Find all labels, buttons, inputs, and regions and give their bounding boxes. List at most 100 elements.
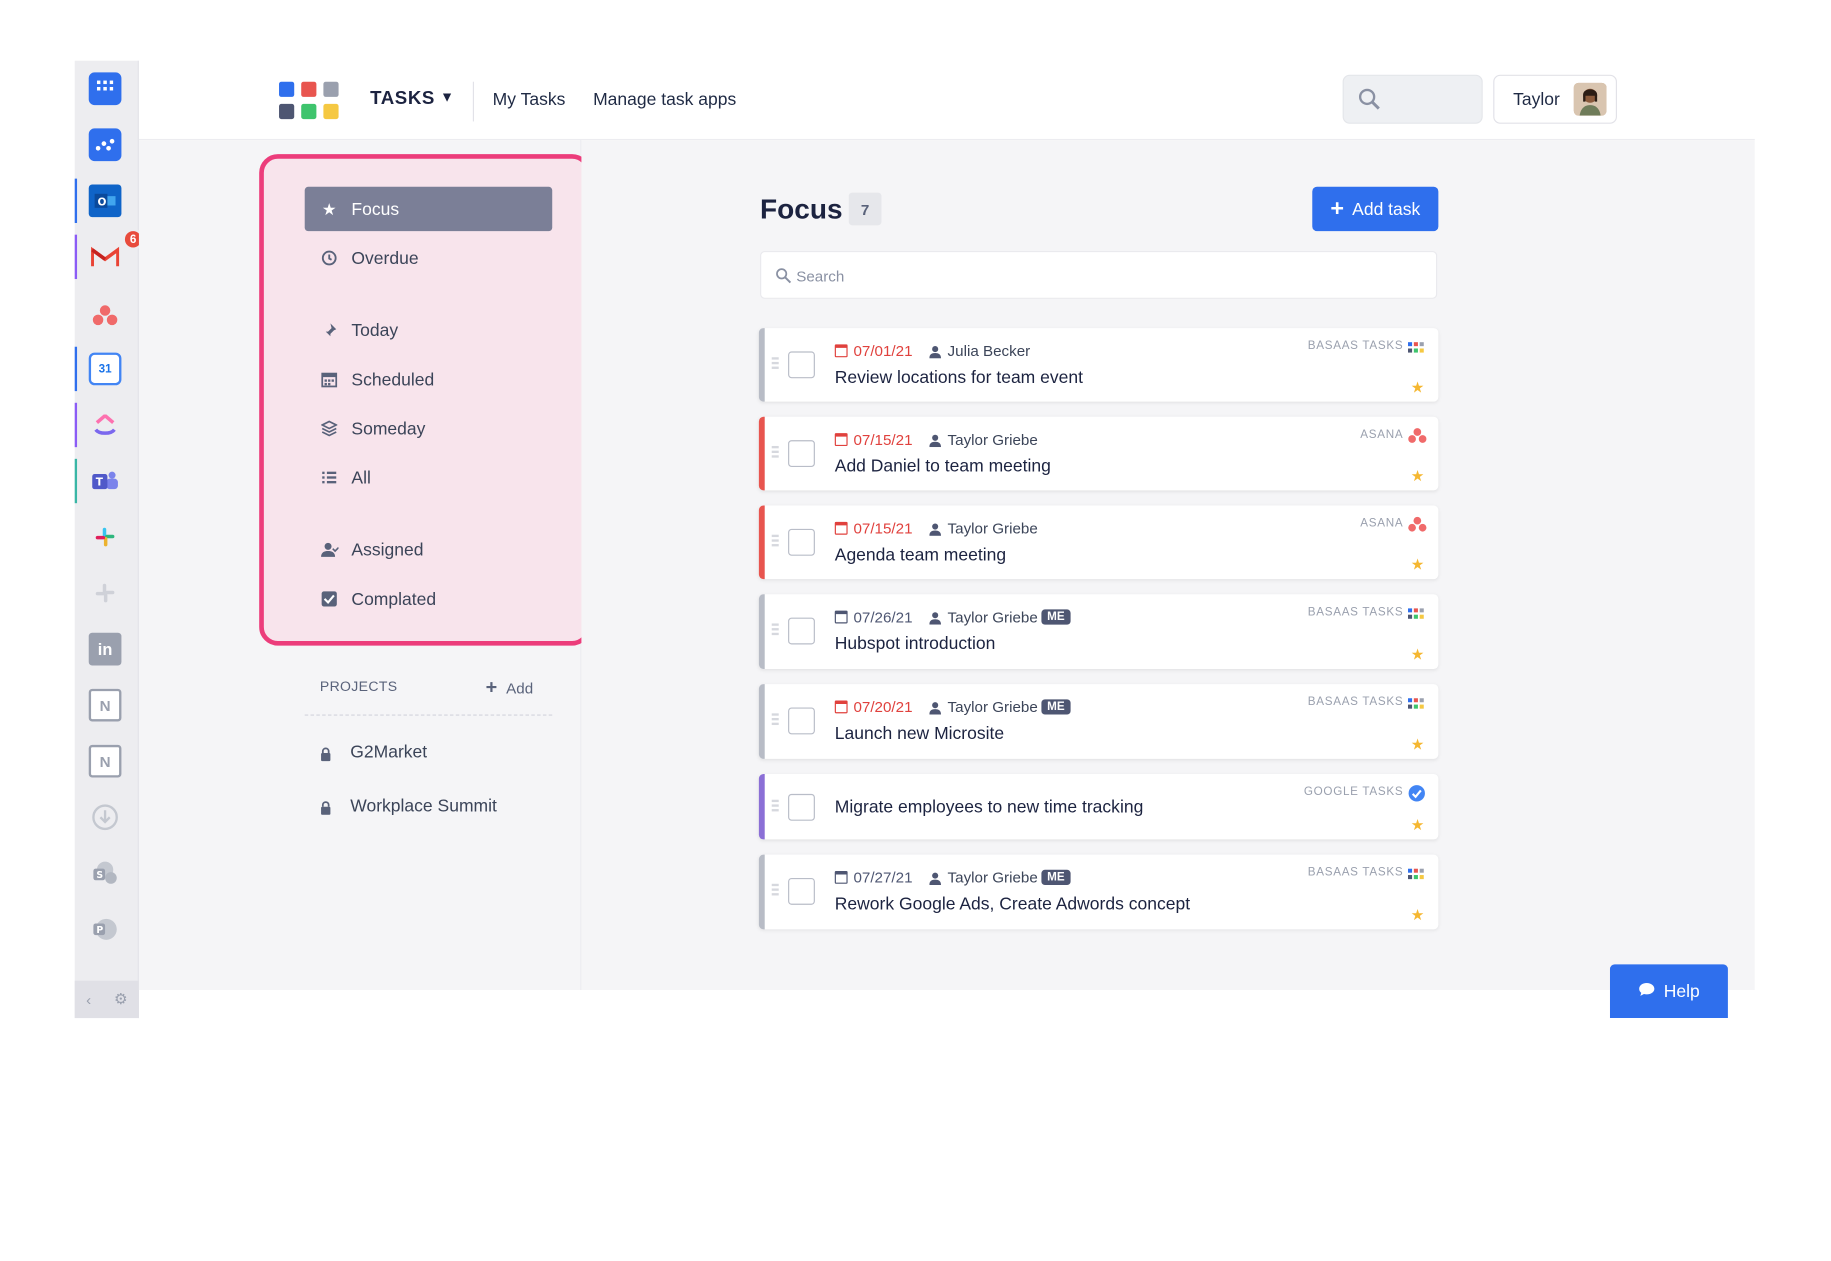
sidebar-item-today[interactable]: Today [305,308,553,352]
notion-icon-2[interactable]: N [88,744,122,778]
add-project-button[interactable]: + Add [486,676,534,699]
me-badge: ME [1041,699,1071,715]
projects-heading: PROJECTS [319,678,398,695]
chat-bubble-icon [1638,982,1656,1001]
sidebar-item-all[interactable]: All [305,455,553,499]
task-title[interactable]: Agenda team meeting [835,545,1006,565]
task-title[interactable]: Launch new Microsite [835,724,1004,744]
task-date-text: 07/15/21 [853,430,913,449]
basaas-icon [1408,695,1424,711]
task-card[interactable]: 07/27/21 Taylor Griebe ME Rework Google Ads… [758,854,1439,930]
task-title[interactable]: Review locations for team event [835,368,1083,388]
projects-divider [304,714,553,716]
project-label: Workplace Summit [350,796,497,817]
app-rail: O 6 31 T in N N S P ‹ ⚙ [74,60,144,1019]
teams-icon[interactable]: T [89,465,122,498]
star-icon[interactable]: ★ [1411,646,1425,665]
sidebar-item-focus[interactable]: ★ Focus [304,186,553,232]
calendar-icon [834,521,848,535]
star-icon[interactable]: ★ [1411,378,1425,397]
download-icon[interactable] [89,801,122,834]
task-checkbox[interactable] [788,528,815,556]
person-icon [928,433,941,448]
help-button[interactable]: Help [1609,964,1728,1019]
collapse-chevron-icon[interactable]: ‹ [86,991,91,1009]
workflow-icon[interactable] [88,128,122,162]
project-item-workplace-summit[interactable]: Workplace Summit [320,796,497,816]
drag-handle-icon[interactable] [771,799,779,814]
task-meta: 07/26/21 Taylor Griebe ME [834,608,1071,626]
asana-icon[interactable] [89,299,122,332]
star-icon[interactable]: ★ [1411,906,1425,925]
app-title[interactable]: TASKS [370,89,435,110]
task-assignee-name: Julia Becker [947,342,1031,360]
slack-icon[interactable] [89,521,122,554]
nav-manage-task-apps[interactable]: Manage task apps [593,90,736,110]
task-checkbox[interactable] [788,707,815,735]
sidebar-item-someday[interactable]: Someday [305,406,553,450]
rail-active-marker [74,178,78,223]
drag-handle-icon[interactable] [771,623,779,637]
task-assignee: Taylor Griebe [928,698,1038,716]
task-checkbox[interactable] [788,877,815,905]
star-icon[interactable]: ★ [1411,816,1425,835]
slack-inactive-icon[interactable] [89,577,122,610]
star-icon[interactable]: ★ [1411,556,1425,575]
task-date-text: 07/26/21 [853,608,913,626]
drag-handle-icon[interactable] [771,357,779,371]
sharepoint-icon[interactable]: S [89,857,122,890]
nav-my-tasks[interactable]: My Tasks [493,90,566,110]
task-card[interactable]: Migrate employees to new time tracking GO… [758,774,1439,840]
rail-marker-gmail [74,234,78,280]
notion-icon[interactable]: N [88,688,122,722]
drag-handle-icon[interactable] [771,534,779,549]
add-task-label: Add task [1352,199,1421,219]
task-card[interactable]: 07/15/21 Taylor Griebe Add Daniel to team … [758,416,1439,491]
task-title[interactable]: Hubspot introduction [835,634,996,654]
task-card[interactable]: 07/15/21 Taylor Griebe Agenda team meeting… [758,505,1439,580]
apps-grid-icon[interactable] [88,72,122,106]
task-title[interactable]: Add Daniel to team meeting [835,456,1051,476]
sidebar-item-completed[interactable]: Complated [305,577,553,621]
header-search[interactable] [1342,74,1483,124]
sidebar-item-overdue[interactable]: Overdue [305,236,553,280]
drag-handle-icon[interactable] [771,713,779,727]
user-menu-button[interactable]: Taylor [1493,74,1617,124]
task-card[interactable]: 07/26/21 Taylor Griebe ME Hubspot introduct… [758,594,1439,669]
task-title[interactable]: Migrate employees to new time tracking [835,797,1144,817]
person-icon [928,871,941,885]
project-item-g2market[interactable]: G2Market [320,743,427,762]
task-title[interactable]: Rework Google Ads, Create Adwords concep… [835,894,1190,914]
powerpoint-icon[interactable]: P [89,913,122,946]
person-icon [928,344,941,359]
task-checkbox[interactable] [788,617,815,645]
linkedin-icon[interactable]: in [88,632,122,666]
task-checkbox[interactable] [788,351,815,379]
task-search-input[interactable]: Search [760,251,1438,299]
task-date-text: 07/20/21 [853,698,913,716]
gmail-icon[interactable]: 6 [89,228,144,274]
task-source: ASANA [1360,428,1404,442]
sidebar-item-assigned[interactable]: Assigned [305,528,553,572]
task-card[interactable]: 07/20/21 Taylor Griebe ME Launch new Micros… [758,684,1439,759]
task-accent-bar [758,505,765,580]
clickup-icon[interactable] [89,409,122,442]
task-checkbox[interactable] [788,793,815,821]
settings-gear-icon[interactable]: ⚙ [114,990,128,1009]
star-icon[interactable]: ★ [1411,736,1425,755]
task-checkbox[interactable] [788,440,815,467]
star-icon[interactable]: ★ [1411,467,1425,486]
google-calendar-icon[interactable]: 31 [88,352,122,386]
app-logo-icon[interactable] [279,81,340,122]
add-task-button[interactable]: + Add task [1312,186,1439,232]
caret-down-icon[interactable]: ▼ [440,89,454,105]
drag-handle-icon[interactable] [771,883,779,898]
drag-handle-icon[interactable] [771,445,779,460]
sidebar-item-scheduled[interactable]: Scheduled [305,357,553,401]
task-card[interactable]: 07/01/21 Julia Becker Review locations for… [758,328,1439,402]
outlook-icon[interactable]: O [88,184,122,218]
plus-icon: + [1330,196,1344,222]
task-source: BASAAS TASKS [1307,339,1404,353]
search-placeholder: Search [796,267,845,285]
checkbox-icon [320,590,339,609]
